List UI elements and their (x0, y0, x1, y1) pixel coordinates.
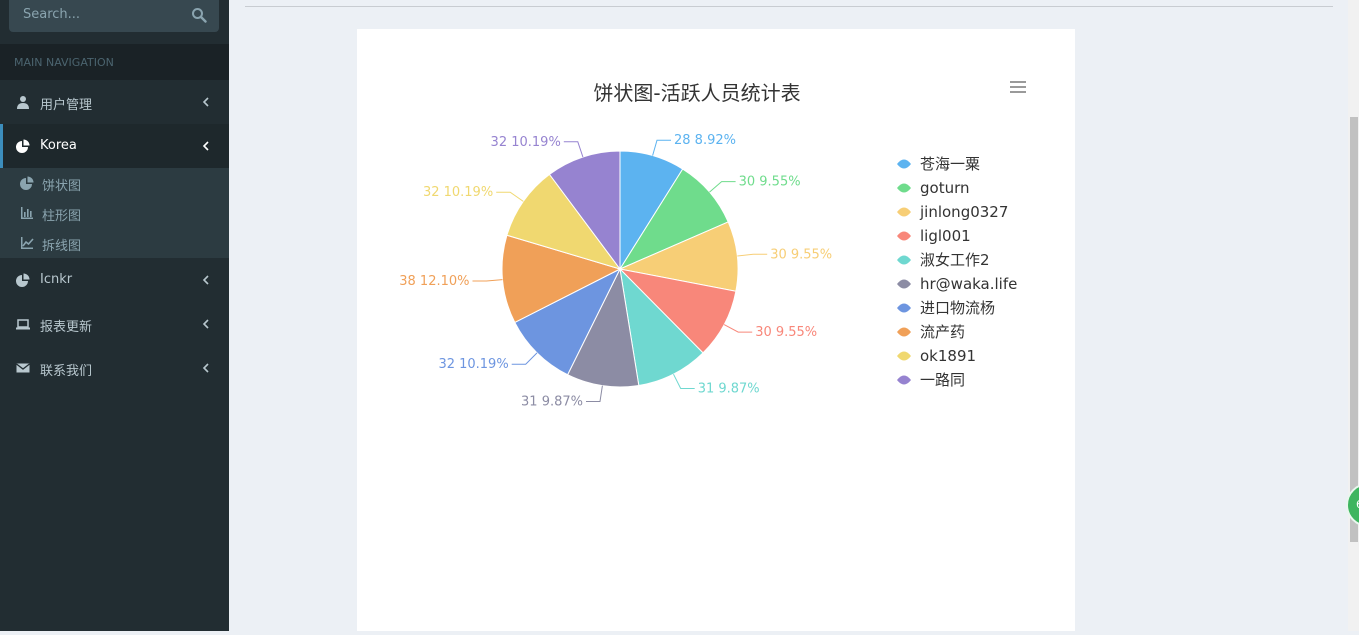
bar-chart-icon (21, 207, 33, 219)
slice-data-label: 30 9.55% (755, 325, 817, 340)
chart-card: 饼状图-活跃人员统计表 28 8.92% 30 9.55% 30 9.55% 30 9… (357, 29, 1075, 631)
pie-chart-icon (16, 273, 30, 287)
chevron-left-icon (202, 275, 209, 285)
sidebar-item-label: 报表更新 (40, 320, 93, 335)
chart-menu-icon[interactable] (1010, 81, 1026, 93)
pie-chart-icon (16, 139, 30, 153)
korea-submenu: 饼状图 柱形图 拆线图 (0, 168, 229, 258)
search-icon[interactable] (191, 7, 207, 23)
chart-title: 饼状图-活跃人员统计表 (593, 81, 800, 105)
search-box[interactable]: Search... (9, 0, 219, 32)
slice-data-label: 32 10.19% (423, 185, 493, 200)
legend-entry[interactable]: 进口物流杨 (920, 299, 995, 317)
submenu-item-line-chart[interactable]: 拆线图 (0, 228, 229, 258)
legend-marker (897, 303, 911, 313)
submenu-item-label: 柱形图 (42, 209, 82, 224)
legend-entry[interactable]: 流产药 (920, 323, 965, 341)
scrollbar-thumb[interactable] (1350, 117, 1358, 542)
slice-data-label: 32 10.19% (438, 357, 508, 372)
envelope-icon (16, 363, 30, 373)
legend-entry[interactable]: 苍海一粟 (920, 155, 980, 173)
legend-entry[interactable]: ligl001 (920, 227, 971, 245)
laptop-icon (16, 319, 30, 330)
slice-data-label: 31 9.87% (698, 382, 760, 397)
sidebar-item-report-update[interactable]: 报表更新 (0, 302, 229, 346)
legend-marker (897, 231, 911, 241)
legend-marker (897, 183, 911, 193)
legend-marker (897, 207, 911, 217)
slice-data-label: 38 12.10% (399, 274, 469, 289)
slice-data-label: 30 9.55% (770, 247, 832, 262)
vertical-scrollbar[interactable] (1348, 0, 1359, 631)
slice-label-line (563, 141, 584, 158)
slice-label-line (673, 373, 695, 389)
sidebar: Search... MAIN NAVIGATION 用户管理 Korea 饼状图… (0, 0, 229, 631)
slice-data-label: 30 9.55% (739, 175, 801, 190)
submenu-item-label: 饼状图 (42, 179, 82, 194)
sidebar-item-contact-us[interactable]: 联系我们 (0, 346, 229, 390)
sidebar-item-label: Korea (40, 138, 77, 153)
line-chart-icon (21, 237, 34, 249)
sidebar-item-korea[interactable]: Korea (0, 124, 229, 168)
sidebar-item-label: 联系我们 (40, 364, 93, 379)
slice-label-line (737, 253, 768, 257)
slice-label-line (472, 279, 503, 282)
submenu-item-pie-chart[interactable]: 饼状图 (0, 168, 229, 198)
chevron-left-icon (202, 141, 209, 151)
search-input[interactable]: Search... (23, 7, 80, 22)
legend-marker (897, 159, 911, 169)
slice-data-label: 28 8.92% (674, 133, 736, 148)
slice-data-label: 32 10.19% (491, 135, 561, 150)
legend-entry[interactable]: hr@waka.life (920, 275, 1017, 293)
sidebar-item-user-management[interactable]: 用户管理 (0, 80, 229, 124)
legend-marker (897, 375, 911, 385)
main-content: 饼状图-活跃人员统计表 28 8.92% 30 9.55% 30 9.55% 30 9… (229, 0, 1348, 631)
legend-entry[interactable]: 淑女工作2 (920, 251, 990, 269)
divider (245, 6, 1333, 7)
slice-label-line (709, 181, 736, 193)
sidebar-item-label: Icnkr (40, 272, 73, 287)
slice-label-line (586, 385, 603, 402)
slice-data-label: 31 9.87% (521, 395, 583, 410)
slice-label-line (723, 324, 753, 333)
slice-label-line (511, 352, 538, 365)
slice-label-line (652, 139, 671, 156)
slice-label-line (496, 191, 524, 202)
legend-entry[interactable]: 一路同 (920, 371, 965, 389)
pie-chart-icon (20, 176, 34, 190)
chevron-left-icon (202, 319, 209, 329)
legend-entry[interactable]: ok1891 (920, 347, 976, 365)
pie-chart: 饼状图-活跃人员统计表 28 8.92% 30 9.55% 30 9.55% 30 9… (399, 81, 1026, 410)
legend-marker (897, 279, 911, 289)
nav-header: MAIN NAVIGATION (0, 44, 229, 80)
chevron-left-icon (202, 363, 209, 373)
chevron-left-icon (202, 97, 209, 107)
legend-marker (897, 351, 911, 361)
sidebar-item-icnkr[interactable]: Icnkr (0, 258, 229, 302)
legend-marker (897, 327, 911, 337)
submenu-item-label: 拆线图 (42, 239, 82, 254)
legend-entry[interactable]: goturn (920, 179, 970, 197)
user-icon (17, 96, 29, 109)
legend-entry[interactable]: jinlong0327 (919, 203, 1008, 221)
submenu-item-bar-chart[interactable]: 柱形图 (0, 198, 229, 228)
legend-marker (897, 255, 911, 265)
sidebar-item-label: 用户管理 (40, 98, 93, 113)
nav-header-label: MAIN NAVIGATION (14, 56, 114, 69)
